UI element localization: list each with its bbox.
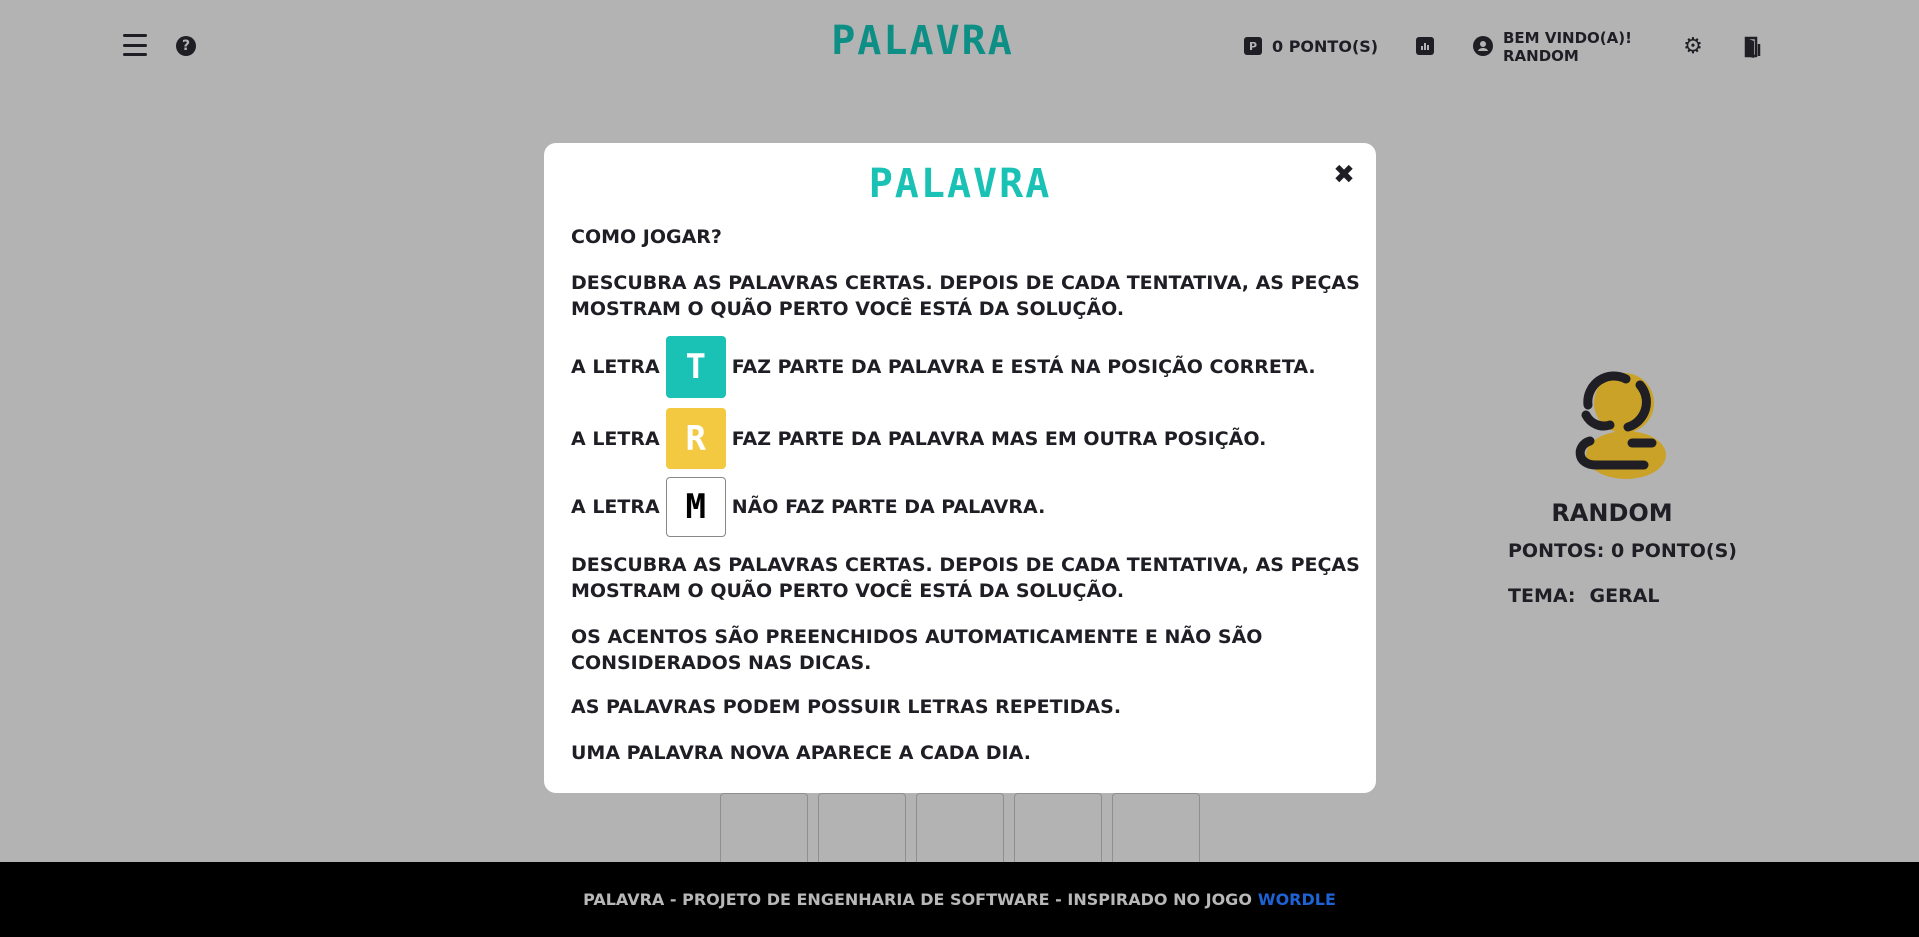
close-icon[interactable]: ✖ [1330, 160, 1358, 190]
example-description: FAZ PARTE DA PALAVRA E ESTÁ NA POSIÇÃO C… [731, 356, 1316, 378]
repeated-letters-text: AS PALAVRAS PODEM POSSUIR LETRAS REPETID… [571, 696, 1122, 718]
welcome-line: BEM VINDO(A)! [1503, 29, 1632, 47]
example-description: NÃO FAZ PARTE DA PALAVRA. [731, 496, 1046, 518]
theme-value: GERAL [1589, 585, 1660, 607]
wordle-link[interactable]: WORDLE [1258, 890, 1336, 909]
example-description: FAZ PARTE DA PALAVRA MAS EM OUTRA POSIÇÃ… [731, 427, 1267, 450]
how-to-heading: COMO JOGAR? [571, 226, 722, 248]
how-to-play-modal: PALAVRA ✖ COMO JOGAR? DESCUBRA AS PALAVR… [544, 143, 1376, 793]
repeat-line: MOSTRAM O QUÃO PERTO VOCÊ ESTÁ DA SOLUÇÃ… [571, 580, 1125, 602]
logout-icon[interactable] [1742, 36, 1766, 58]
intro-text: DESCUBRA AS PALAVRAS CERTAS. DEPOIS DE C… [571, 270, 1361, 322]
hamburger-menu-icon[interactable] [122, 34, 148, 56]
intro-line: DESCUBRA AS PALAVRAS CERTAS. DEPOIS DE C… [571, 272, 1360, 294]
repeat-text: DESCUBRA AS PALAVRAS CERTAS. DEPOIS DE C… [571, 552, 1361, 604]
avatar [1566, 365, 1666, 483]
intro-line: MOSTRAM O QUÃO PERTO VOCÊ ESTÁ DA SOLUÇÃ… [571, 298, 1125, 320]
example-tile-correct: T [665, 336, 726, 398]
example-present: A LETRA R FAZ PARTE DA PALAVRA MAS EM OU… [571, 408, 1266, 469]
example-prefix: A LETRA [571, 496, 660, 518]
profile-points: PONTOS: 0 PONTO(S) [1508, 540, 1737, 562]
accents-text: OS ACENTOS SÃO PREENCHIDOS AUTOMATICAMEN… [571, 624, 1361, 676]
modal-title: PALAVRA [868, 161, 1052, 207]
help-icon[interactable]: ? [176, 36, 196, 56]
points-icon: P [1244, 37, 1262, 55]
accents-line: OS ACENTOS SÃO PREENCHIDOS AUTOMATICAMEN… [571, 626, 1263, 648]
profile-theme: TEMA: GERAL [1508, 585, 1660, 607]
example-tile-absent: M [665, 477, 726, 537]
points-label: 0 PONTO(S) [1272, 37, 1379, 56]
accents-line: CONSIDERADOS NAS DICAS. [571, 652, 872, 674]
example-prefix: A LETRA [571, 356, 660, 378]
gear-icon[interactable]: ⚙ [1682, 34, 1704, 59]
welcome-message: BEM VINDO(A)! RANDOM [1503, 29, 1632, 65]
footer-text: PALAVRA - PROJETO DE ENGENHARIA DE SOFTW… [583, 890, 1252, 909]
stats-icon[interactable] [1416, 37, 1434, 55]
theme-label: TEMA: [1508, 585, 1576, 607]
app-logo: PALAVRA [831, 18, 1014, 64]
repeat-line: DESCUBRA AS PALAVRAS CERTAS. DEPOIS DE C… [571, 554, 1360, 576]
welcome-username: RANDOM [1503, 47, 1579, 65]
example-absent: A LETRA M NÃO FAZ PARTE DA PALAVRA. [571, 477, 1045, 537]
top-bar: ? PALAVRA P 0 PONTO(S) BEM VINDO(A)! RAN… [0, 0, 1919, 92]
profile-username: RANDOM [1551, 499, 1673, 527]
daily-word-text: UMA PALAVRA NOVA APARECE A CADA DIA. [571, 742, 1031, 764]
example-prefix: A LETRA [571, 427, 660, 450]
footer: PALAVRA - PROJETO DE ENGENHARIA DE SOFTW… [0, 862, 1919, 937]
example-correct: A LETRA T FAZ PARTE DA PALAVRA E ESTÁ NA… [571, 336, 1316, 398]
example-tile-present: R [665, 408, 726, 469]
user-icon[interactable] [1473, 36, 1493, 56]
